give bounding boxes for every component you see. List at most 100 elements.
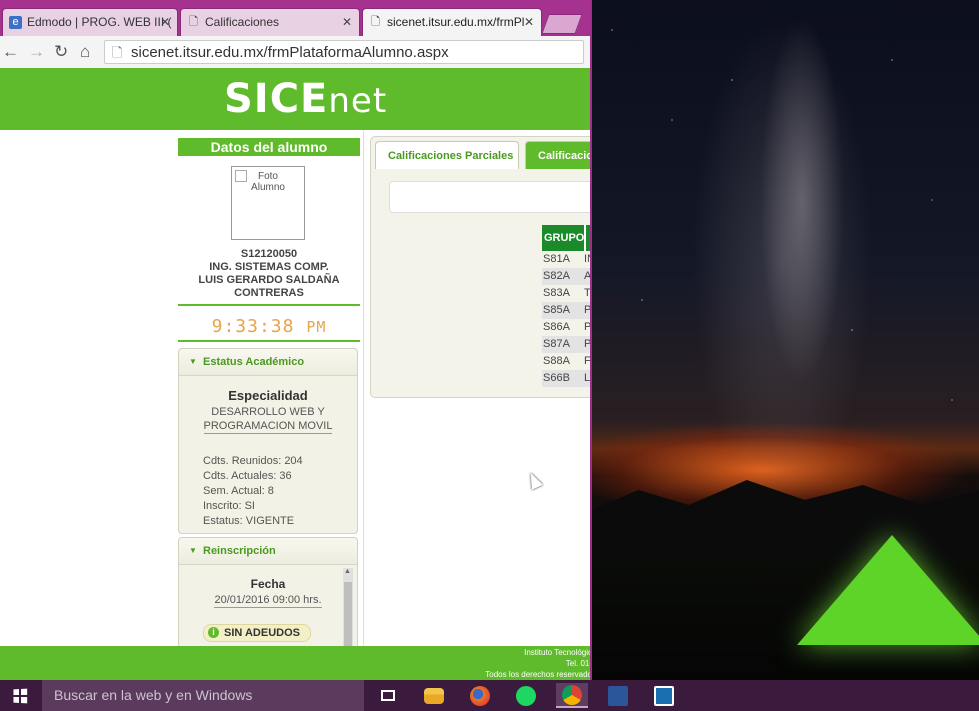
grupo-cell: S66B: [543, 372, 570, 384]
reinscripcion-header[interactable]: ▼ Reinscripción: [179, 538, 357, 565]
footer-line1: Instituto Tecnológic: [524, 648, 592, 657]
materia-cell: F.: [584, 355, 592, 367]
fecha-value: 20/01/2016 09:00 hrs.: [214, 594, 322, 608]
materia-cell: PI: [584, 321, 592, 333]
grupo-cell: S85A: [543, 304, 570, 316]
url-text: sicenet.itsur.edu.mx/frmPlataformaAlumno…: [131, 44, 449, 61]
scrollbar-thumb[interactable]: [344, 582, 352, 648]
site-footer: Instituto Tecnológic Tel. 01( Todos los …: [0, 646, 592, 680]
file-explorer-button[interactable]: [418, 683, 450, 708]
spotify-icon: [516, 685, 536, 706]
sicenet-logo[interactable]: SICEnet: [224, 76, 387, 122]
firefox-button[interactable]: [464, 683, 496, 708]
browser-tab-edmodo[interactable]: e Edmodo | PROG. WEB III ( ✕: [2, 8, 178, 36]
academic-status-section: ▼ Estatus Académico Especialidad DESARRO…: [178, 348, 358, 534]
table-row: S87A PI: [542, 336, 592, 353]
table-row: S86A PI: [542, 319, 592, 336]
grades-table: GRUPO S81AINS82AA:S83ATAS85APIS86APIS87A…: [542, 225, 592, 387]
address-bar[interactable]: 🗋 sicenet.itsur.edu.mx/frmPlataformaAlum…: [104, 40, 584, 64]
materia-cell: PI: [584, 338, 592, 350]
panel-divider: [363, 130, 364, 646]
grupo-cell: S88A: [543, 355, 570, 367]
app-button[interactable]: [648, 683, 680, 708]
chrome-button[interactable]: [556, 683, 588, 708]
tab-title: sicenet.itsur.edu.mx/frmPl: [387, 15, 525, 29]
page-icon: 🗋: [371, 16, 380, 28]
estatus: Estatus: VIGENTE: [203, 515, 295, 527]
reinscripcion-section: ▼ Reinscripción Fecha 20/01/2016 09:00 h…: [178, 537, 358, 649]
scroll-up-icon[interactable]: ▲: [344, 568, 351, 575]
inscrito: Inscrito: SI: [203, 500, 255, 512]
table-row: S88A F.: [542, 353, 592, 370]
browser-toolbar: ← → ↻ ⌂ 🗋 sicenet.itsur.edu.mx/frmPlataf…: [0, 36, 590, 69]
grades-panel: Calificaciones Parciales Calificacio GRU…: [363, 130, 592, 646]
career: ING. SISTEMAS COMP.: [209, 261, 329, 273]
student-name-line1: LUIS GERARDO SALDAÑA: [198, 274, 340, 286]
photo-alt-text: Foto Alumno: [251, 171, 285, 193]
task-view-icon: [381, 690, 395, 701]
table-row: S83A TA: [542, 285, 590, 302]
fecha-label: Fecha: [250, 577, 286, 591]
table-row: S66B LE: [542, 370, 591, 387]
page-icon: 🗋: [189, 16, 198, 28]
table-row: S81A IN: [542, 251, 590, 268]
clock: 9:33:38 PM: [178, 316, 360, 337]
specialty-line1: DESARROLLO WEB Y: [211, 406, 325, 418]
search-box[interactable]: Buscar en la web y en Windows: [42, 680, 364, 711]
reload-icon[interactable]: ↻: [54, 42, 68, 62]
adeudos-badge: i SIN ADEUDOS: [203, 624, 311, 642]
broken-image-icon: [235, 170, 247, 182]
control-number: S12120050: [240, 248, 298, 260]
task-view-button[interactable]: [372, 683, 404, 708]
specialty-line2: PROGRAMACION MOVIL: [203, 420, 333, 434]
tab-title: Calificaciones: [205, 15, 280, 29]
materia-cell: PI: [584, 304, 592, 316]
table-row: S85A PI: [542, 302, 592, 319]
tab-calificaciones-parciales[interactable]: Calificaciones Parciales: [375, 141, 519, 169]
creditos-actuales: Cdts. Actuales: 36: [203, 470, 292, 482]
triangle-down-icon: ▼: [189, 357, 197, 366]
academic-status-body: Especialidad DESARROLLO WEB Y PROGRAMACI…: [179, 388, 357, 529]
footer-line3: Todos los derechos reservado: [485, 670, 592, 679]
back-icon[interactable]: ←: [2, 42, 19, 62]
materia-cell: A:: [584, 270, 592, 282]
new-tab-button[interactable]: [541, 14, 583, 34]
grupo-cell: S87A: [543, 338, 570, 350]
close-icon[interactable]: ✕: [160, 15, 170, 29]
home-icon[interactable]: ⌂: [80, 42, 90, 62]
materia-cell: LE: [584, 372, 591, 384]
tab-bar: e Edmodo | PROG. WEB III ( ✕ 🗋 Calificac…: [0, 0, 590, 36]
grupo-cell: S82A: [543, 270, 570, 282]
start-button[interactable]: [0, 680, 42, 711]
grades-table-header: GRUPO: [542, 225, 590, 251]
column-header: [584, 225, 590, 251]
spotify-button[interactable]: [510, 683, 542, 708]
grades-tabs-container: Calificaciones Parciales Calificacio GRU…: [370, 136, 592, 398]
academic-status-header[interactable]: ▼ Estatus Académico: [179, 349, 357, 376]
info-icon: i: [208, 627, 219, 638]
browser-tab-calificaciones[interactable]: 🗋 Calificaciones ✕: [180, 8, 360, 36]
materia-cell: TA: [584, 287, 590, 299]
close-icon[interactable]: ✕: [524, 15, 534, 29]
student-panel: Datos del alumno Foto Alumno S12120050 I…: [178, 138, 360, 649]
taskbar: Buscar en la web y en Windows: [0, 680, 979, 711]
triangle-down-icon: ▼: [189, 546, 197, 555]
table-row: S82A A:: [542, 268, 592, 285]
page-icon: 🗋: [112, 45, 123, 60]
desktop-wallpaper: [592, 0, 979, 680]
specialty-label: Especialidad: [228, 388, 308, 403]
edmodo-icon: e: [9, 16, 22, 29]
app-icon: [654, 685, 674, 706]
chrome-icon: [562, 684, 582, 705]
logo-suffix: net: [328, 81, 388, 121]
grupo-column-header: GRUPO: [544, 232, 585, 244]
browser-tab-sicenet[interactable]: 🗋 sicenet.itsur.edu.mx/frmPl ✕: [362, 8, 542, 36]
forward-icon[interactable]: →: [28, 42, 45, 62]
divider: [178, 304, 360, 306]
student-info: S12120050 ING. SISTEMAS COMP. LUIS GERAR…: [178, 248, 360, 300]
word-button[interactable]: [602, 683, 634, 708]
adeudos-text: SIN ADEUDOS: [224, 627, 300, 639]
close-icon[interactable]: ✕: [342, 15, 352, 29]
tab-calificaciones[interactable]: Calificacio: [525, 141, 590, 169]
scrollbar[interactable]: ▲: [343, 568, 353, 648]
